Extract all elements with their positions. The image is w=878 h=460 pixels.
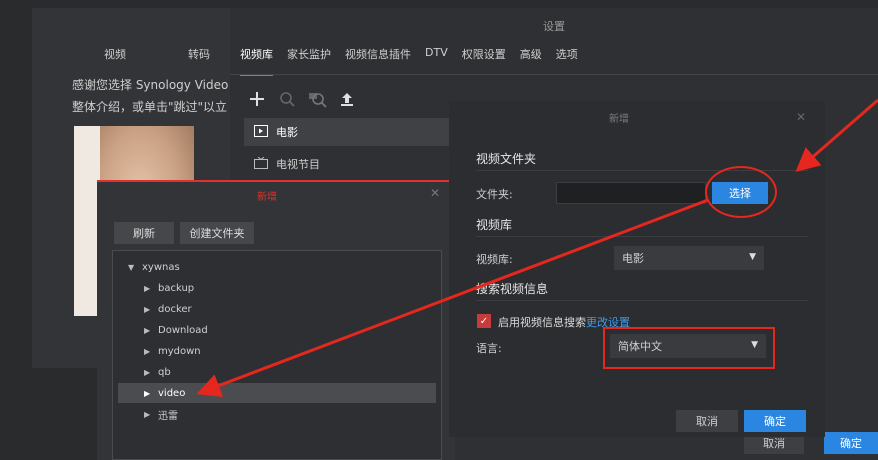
arrow-to-select-button xyxy=(795,98,878,172)
annotation-arrows xyxy=(196,98,878,397)
arrow-to-video-folder xyxy=(196,198,709,397)
